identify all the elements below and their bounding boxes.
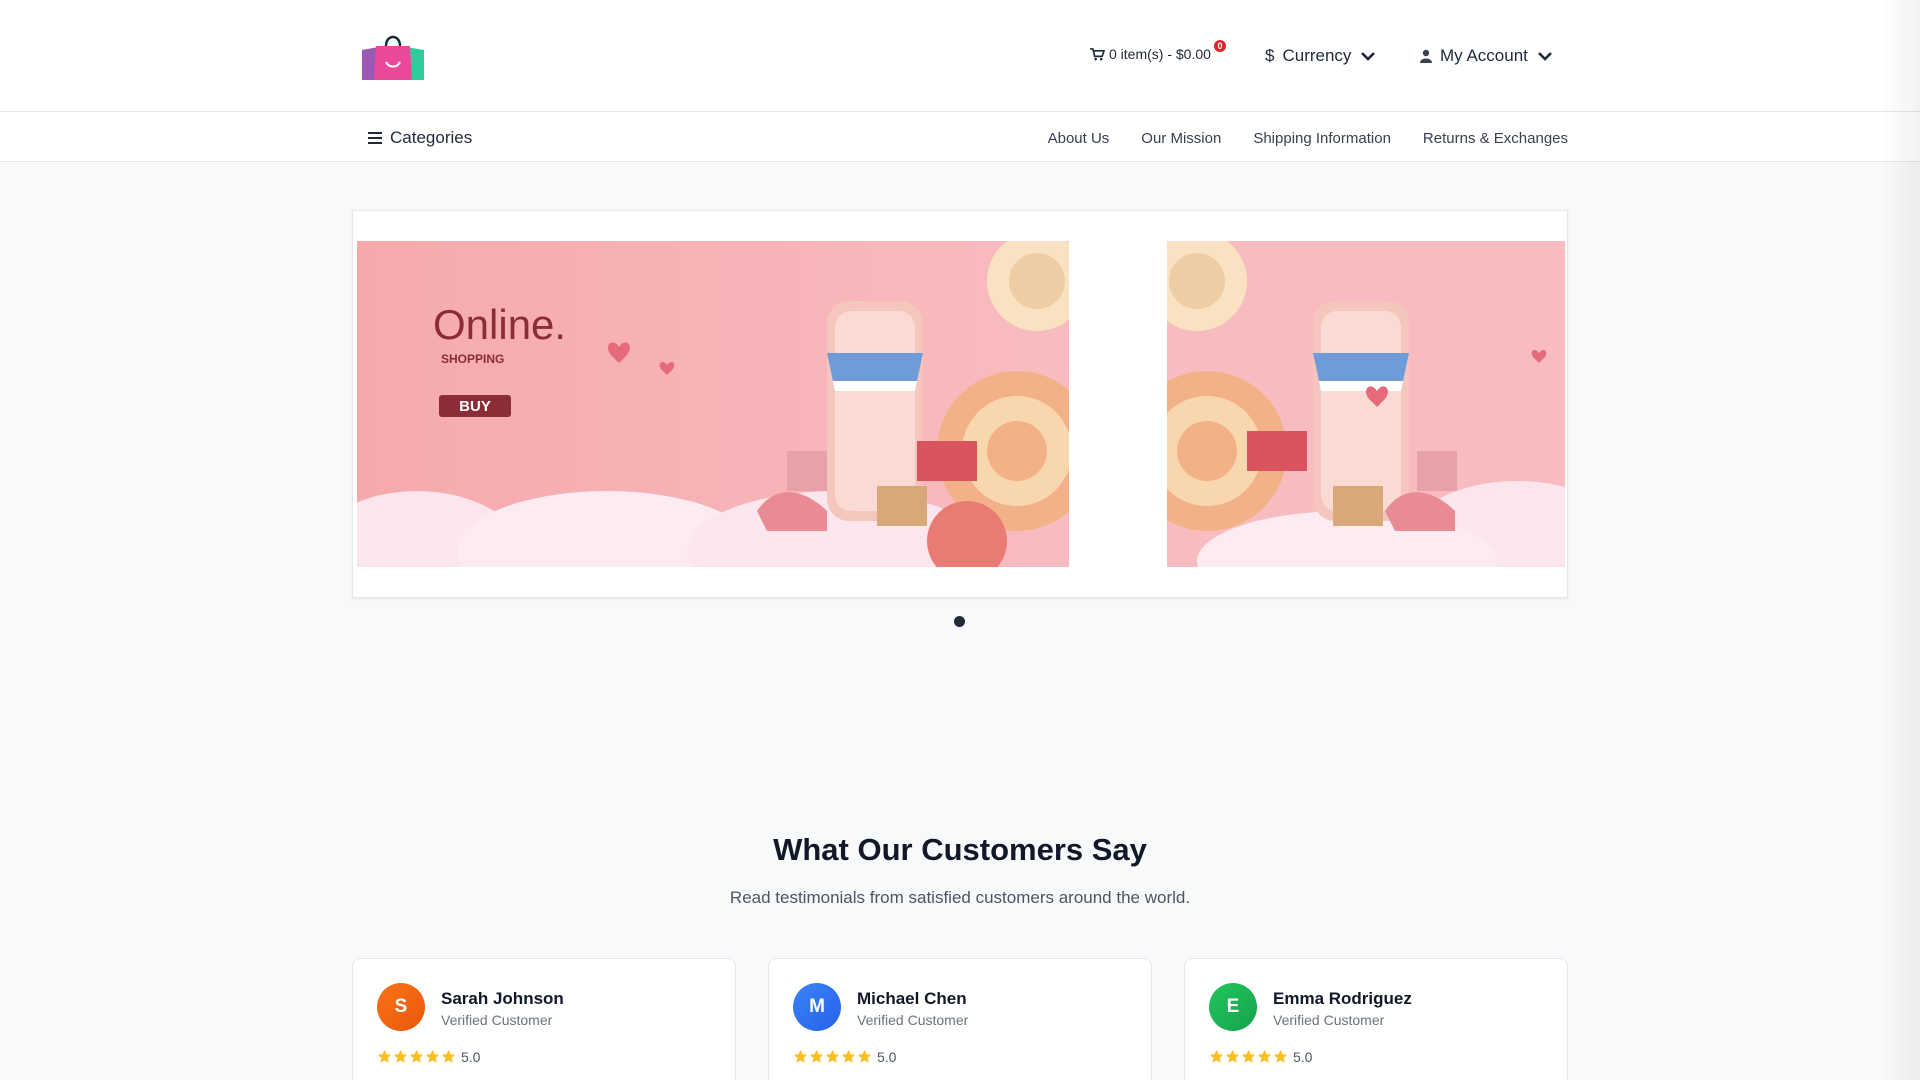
testimonials-subtitle: Read testimonials from satisfied custome…: [729, 888, 1191, 907]
nav-link-returns-exchanges[interactable]: Returns & Exchanges: [1423, 130, 1568, 147]
banner-subline: SHOPPING: [441, 352, 504, 366]
testimonial-card: E Emma Rodriguez Verified Customer 5.0: [1184, 958, 1568, 1080]
star-icon: [841, 1049, 856, 1063]
categories-menu-button[interactable]: Categories: [368, 128, 472, 148]
customer-role: Verified Customer: [1273, 1012, 1385, 1028]
chevron-down-icon: [1537, 52, 1552, 61]
testimonials-title: What Our Customers Say: [773, 832, 1147, 867]
nav-link-our-mission[interactable]: Our Mission: [1141, 130, 1221, 147]
account-dropdown[interactable]: My Account: [1420, 46, 1554, 66]
currency-dropdown[interactable]: $ Currency: [1265, 46, 1377, 66]
customer-role: Verified Customer: [857, 1012, 969, 1028]
star-icon: [1209, 1049, 1224, 1063]
star-icon: [409, 1049, 424, 1063]
avatar: M: [793, 983, 841, 1031]
star-icon: [1273, 1049, 1288, 1063]
rating-value: 5.0: [1293, 1049, 1313, 1065]
star-icon: [793, 1049, 808, 1063]
cart-summary-text: 0 item(s) - $0.00: [1109, 46, 1211, 62]
cart-icon: [1090, 47, 1105, 60]
dollar-icon: $: [1265, 46, 1275, 65]
banner-slide-image-next[interactable]: [1167, 241, 1565, 567]
star-rating: [1209, 1049, 1288, 1064]
user-icon: [1420, 49, 1432, 63]
star-rating: [793, 1049, 872, 1064]
star-icon: [825, 1049, 840, 1063]
carousel-dot-active[interactable]: [954, 616, 965, 627]
nav-link-about-us[interactable]: About Us: [1048, 130, 1110, 147]
testimonial-card: M Michael Chen Verified Customer 5.0: [768, 958, 1152, 1080]
avatar: S: [377, 983, 425, 1031]
main-navbar: Categories About Us Our Mission Shipping…: [0, 112, 1920, 162]
star-icon: [857, 1049, 872, 1063]
account-label: My Account: [1440, 46, 1528, 65]
customer-name: Sarah Johnson: [441, 989, 564, 1008]
banner-headline: Online.: [433, 301, 566, 348]
star-icon: [1225, 1049, 1240, 1063]
banner-buy-label: BUY: [459, 398, 491, 415]
shopping-bag-logo-icon[interactable]: [362, 32, 424, 80]
customer-name: Emma Rodriguez: [1273, 989, 1412, 1008]
star-icon: [441, 1049, 456, 1063]
star-icon: [393, 1049, 408, 1063]
testimonial-card: S Sarah Johnson Verified Customer 5.0: [352, 958, 736, 1080]
currency-label: Currency: [1282, 46, 1352, 65]
star-icon: [1241, 1049, 1256, 1063]
site-header: 0 item(s) - $0.00 0 $ Currency My Accoun…: [0, 0, 1920, 112]
star-rating: [377, 1049, 456, 1064]
cart-count-badge: 0: [1214, 40, 1226, 52]
chevron-down-icon: [1361, 52, 1376, 61]
rating-value: 5.0: [877, 1049, 897, 1065]
cart-summary[interactable]: 0 item(s) - $0.00: [1090, 46, 1211, 62]
nav-link-shipping-information[interactable]: Shipping Information: [1253, 130, 1391, 147]
customer-name: Michael Chen: [857, 989, 967, 1008]
star-icon: [809, 1049, 824, 1063]
customer-role: Verified Customer: [441, 1012, 553, 1028]
nav-links: About Us Our Mission Shipping Informatio…: [1048, 130, 1568, 147]
hero-banner-carousel[interactable]: Online. SHOPPING BUY: [352, 210, 1568, 598]
star-icon: [377, 1049, 392, 1063]
star-icon: [425, 1049, 440, 1063]
categories-label: Categories: [390, 128, 473, 147]
scroll-shadow: [1880, 0, 1920, 1080]
hamburger-icon: [368, 132, 382, 144]
banner-slide-image[interactable]: Online. SHOPPING BUY: [357, 241, 1069, 567]
avatar: E: [1209, 983, 1257, 1031]
rating-value: 5.0: [461, 1049, 481, 1065]
star-icon: [1257, 1049, 1272, 1063]
